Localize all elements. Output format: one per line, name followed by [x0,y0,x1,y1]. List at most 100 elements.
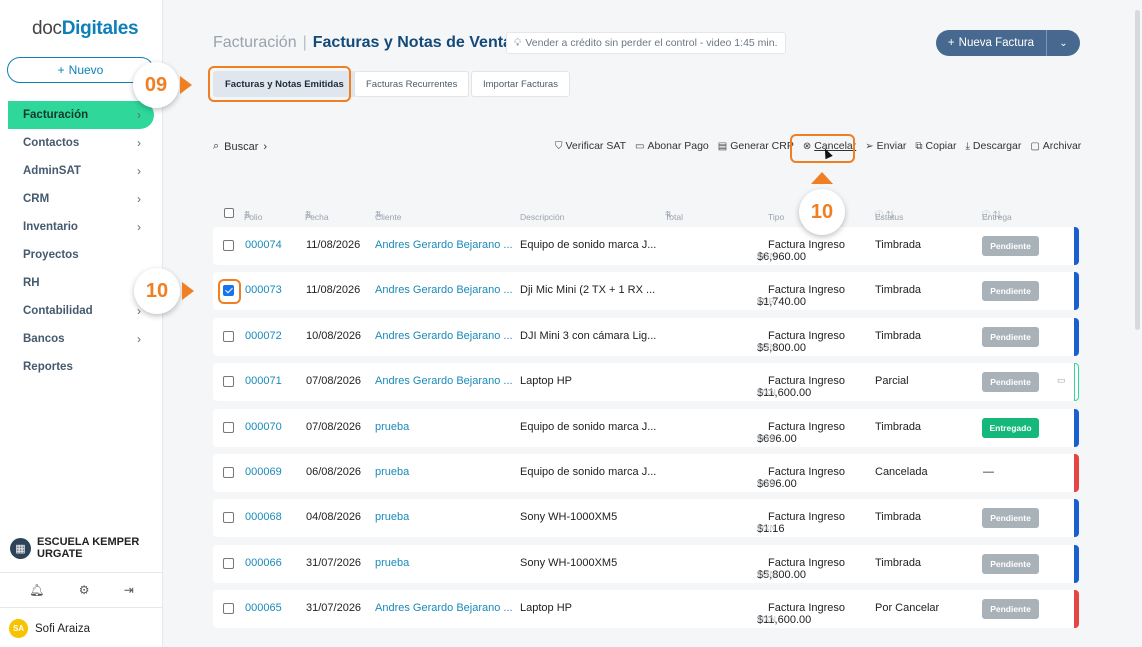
user-profile[interactable]: SA Sofi Araiza [9,619,90,638]
scrollbar[interactable] [1135,10,1140,330]
table-row[interactable]: 000070 07/08/2026 prueba Equipo de sonido m… [213,409,1079,447]
delivery-badge[interactable]: Pendiente [982,508,1039,528]
folio-link[interactable]: 000068 [245,511,282,523]
logout-icon[interactable]: ⇥ [124,583,134,597]
breadcrumb-page: Facturas y Notas de Venta [312,34,512,51]
new-invoice-main[interactable]: + Nueva Factura [936,37,1046,49]
sidebar-item-reportes[interactable]: Reportes [0,353,163,381]
table-row[interactable]: 000069 06/08/2026 prueba Equipo de sonido m… [213,454,1079,492]
folio-link[interactable]: 000071 [245,375,282,387]
app-logo[interactable]: docDigitales [32,18,139,40]
row-status: Por Cancelar [875,602,940,614]
delivery-badge[interactable]: Entregado [982,418,1039,438]
folio-link[interactable]: 000073 [245,284,282,296]
row-description: Laptop HP [520,375,572,387]
new-button[interactable]: + Nuevo [7,57,154,83]
row-checkbox[interactable] [223,422,234,433]
client-link[interactable]: prueba [375,421,409,433]
client-link[interactable]: prueba [375,557,409,569]
row-checkbox[interactable] [223,558,234,569]
copy-action[interactable]: ⧉ Copiar [915,140,956,152]
row-date: 06/08/2026 [306,466,362,478]
sidebar-item-adminsat[interactable]: AdminSAT › [0,157,163,185]
gear-icon[interactable]: ⚙ [79,583,90,597]
client-link[interactable]: Andres Gerardo Bejarano ... [375,375,513,387]
download-action[interactable]: ⤓ Descargar [965,140,1021,152]
row-checkbox[interactable] [223,240,234,251]
col-label: Tipo [768,212,785,222]
client-link[interactable]: Andres Gerardo Bejarano ... [375,239,513,251]
client-link[interactable]: Andres Gerardo Bejarano ... [375,284,513,296]
sidebar-item-crm[interactable]: CRM › [0,185,163,213]
plus-icon: + [947,37,955,49]
row-checkbox[interactable] [223,376,234,387]
folio-link[interactable]: 000072 [245,330,282,342]
col-label: Fecha [305,212,329,222]
action-label: Generar CRP [730,140,794,152]
client-link[interactable]: prueba [375,466,409,478]
client-link[interactable]: Andres Gerardo Bejarano ... [375,330,513,342]
row-checkbox[interactable] [223,331,234,342]
new-button-label: Nuevo [68,63,104,77]
bell-icon[interactable]: 🔔︎ [29,583,44,597]
sidebar-item-facturacion[interactable]: Facturación › [8,101,154,129]
generate-crp-action[interactable]: ▤ Generar CRP [718,140,794,152]
col-entrega[interactable]: Entrega ⓘ ⇅ [982,209,1012,222]
table-row[interactable]: 000066 31/07/2026 prueba Sony WH-1000XM5 $5,… [213,545,1079,583]
tab-importar[interactable]: Importar Facturas [471,71,570,97]
row-date: 31/07/2026 [306,557,362,569]
folio-link[interactable]: 000069 [245,466,282,478]
company-switcher[interactable]: ▦ ESCUELA KEMPER URGATE [10,536,147,560]
row-status: Timbrada [875,557,922,569]
table-row[interactable]: 000068 04/08/2026 prueba Sony WH-1000XM5 $1.… [213,499,1079,537]
select-all-checkbox[interactable] [224,208,234,218]
send-action[interactable]: ➢ Enviar [865,140,906,152]
row-checkbox[interactable] [223,512,234,523]
col-total[interactable]: Total ⇅ [665,209,683,222]
chevron-right-icon: › [137,192,141,206]
delivery-badge[interactable]: Pendiente [982,372,1039,392]
new-invoice-button[interactable]: + Nueva Factura ⌄ [936,30,1080,56]
sidebar-item-proyectos[interactable]: Proyectos [0,241,163,269]
search-toggle[interactable]: ⌕ Buscar › [213,140,267,153]
col-estatus[interactable]: Estatus ⓘ ⇅ [875,209,903,222]
archive-action[interactable]: ▢ Archivar [1030,140,1081,152]
sidebar-item-bancos[interactable]: Bancos › [0,325,163,353]
annotation-arrow-icon [811,172,833,184]
table-row[interactable]: 000074 11/08/2026 Andres Gerardo Bejarano … [213,227,1079,265]
col-cliente[interactable]: Cliente ⇅ [375,209,401,222]
folio-link[interactable]: 000070 [245,421,282,433]
delivery-badge[interactable]: Pendiente [982,236,1039,256]
delivery-badge[interactable]: Pendiente [982,327,1039,347]
table-row[interactable]: 000065 31/07/2026 Andres Gerardo Bejarano … [213,590,1079,628]
col-folio[interactable]: Folio ⇅ [244,209,262,222]
verify-sat-action[interactable]: ⛉ Verificar SAT [555,140,626,152]
folio-link[interactable]: 000066 [245,557,282,569]
table-row[interactable]: 000073 11/08/2026 Andres Gerardo Bejarano … [213,272,1079,310]
delivery-badge[interactable]: Pendiente [982,599,1039,619]
action-label: Copiar [925,140,957,152]
col-fecha[interactable]: Fecha ⇅ [305,209,329,222]
tab-recurrentes[interactable]: Facturas Recurrentes [354,71,470,97]
table-row[interactable]: 000072 10/08/2026 Andres Gerardo Bejarano … [213,318,1079,356]
sidebar-item-inventario[interactable]: Inventario › [0,213,163,241]
delivery-badge[interactable]: Pendiente [982,281,1039,301]
row-description: Equipo de sonido marca J... [520,421,657,433]
video-hint-chip[interactable]: 💡︎ Vender a crédito sin perder el contro… [506,32,786,54]
row-checkbox[interactable] [223,603,234,614]
client-link[interactable]: prueba [375,511,409,523]
row-checkbox[interactable] [223,467,234,478]
breadcrumb-section[interactable]: Facturación [213,34,297,52]
pay-action[interactable]: ▭ Abonar Pago [635,140,709,152]
table-header: Folio ⇅ Fecha ⇅ Cliente ⇅ Descripción To… [213,206,1079,224]
client-link[interactable]: Andres Gerardo Bejarano ... [375,602,513,614]
row-type: Factura Ingreso [768,602,846,614]
sidebar-item-contactos[interactable]: Contactos › [0,129,163,157]
row-type: Factura Ingreso [768,557,846,569]
row-type: Factura Ingreso [768,284,846,296]
table-row[interactable]: 000071 07/08/2026 Andres Gerardo Bejarano … [213,363,1079,401]
folio-link[interactable]: 000074 [245,239,282,251]
delivery-badge[interactable]: Pendiente [982,554,1039,574]
folio-link[interactable]: 000065 [245,602,282,614]
chevron-down-icon[interactable]: ⌄ [1046,30,1080,56]
